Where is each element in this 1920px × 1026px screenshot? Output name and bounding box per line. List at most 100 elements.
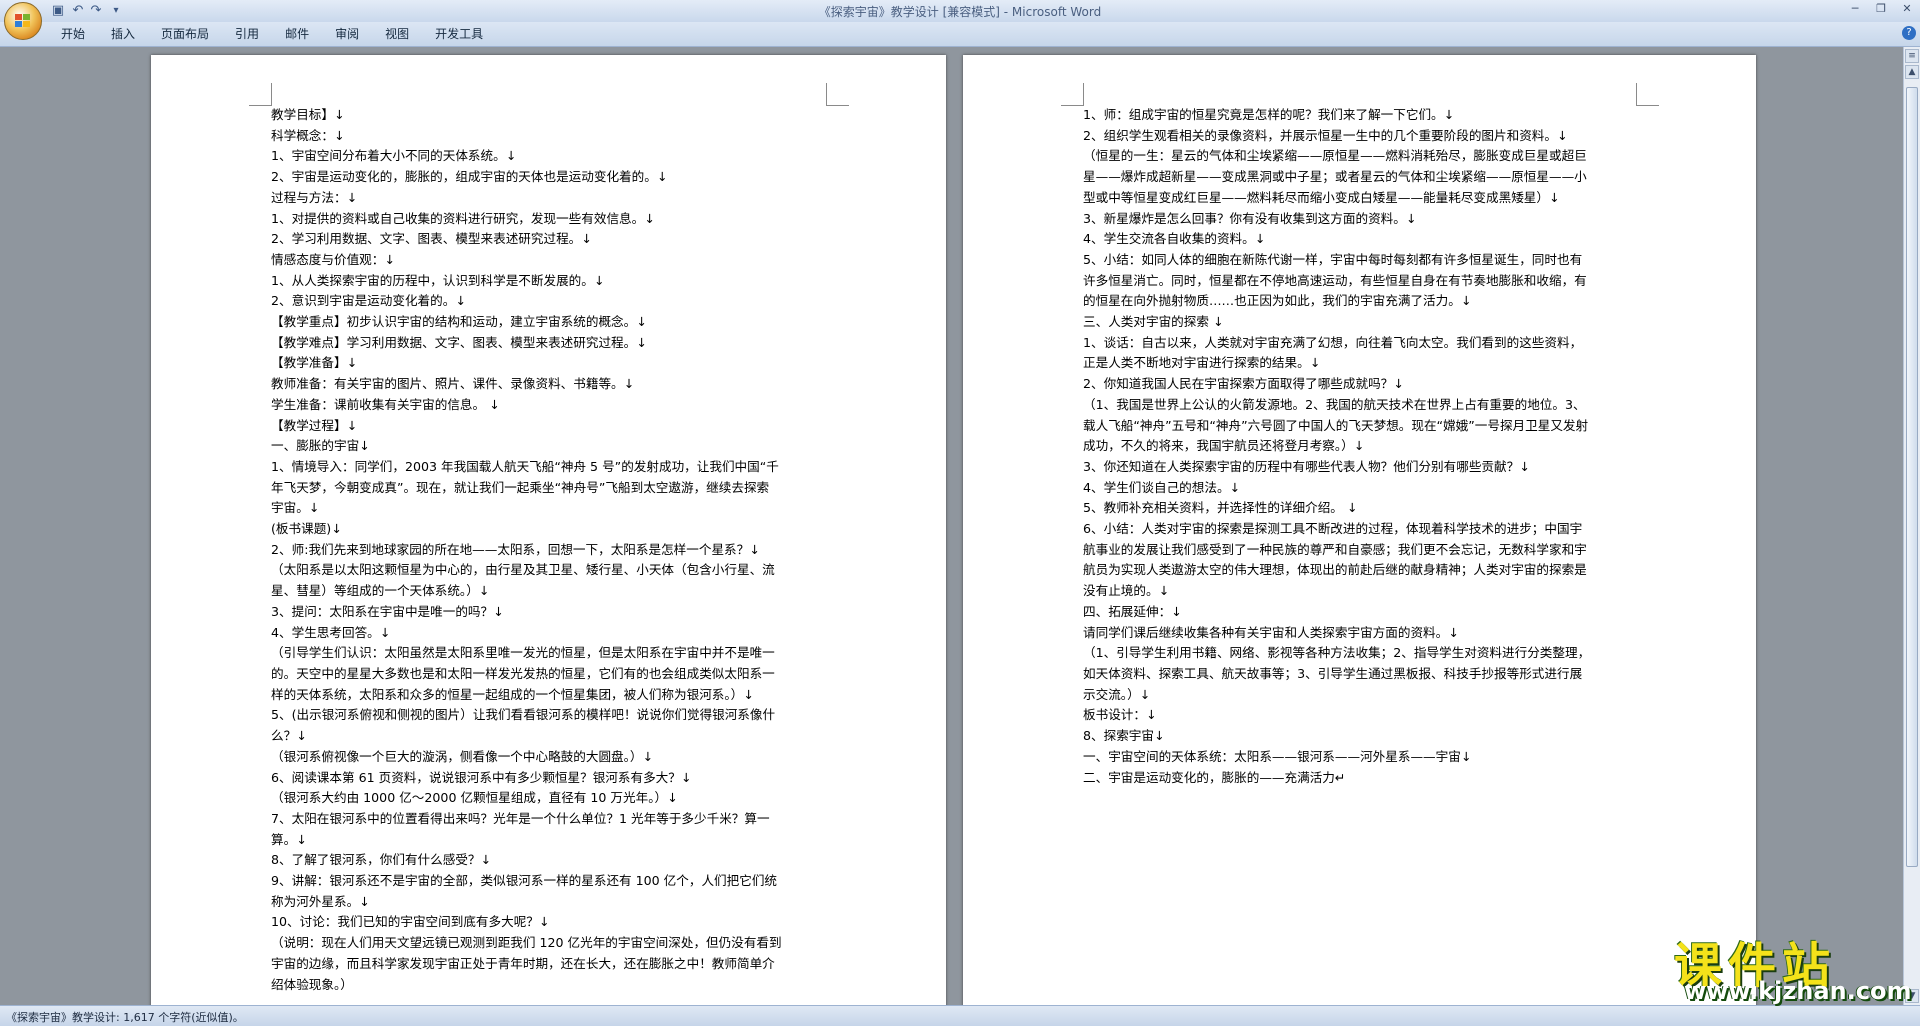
document-line: 成功，不久的将来，我国宇航员还将登月考察。）↓ — [1083, 438, 1365, 454]
ribbon-tab-bar: 开始 插入 页面布局 引用 邮件 审阅 视图 开发工具 — [0, 22, 1920, 47]
document-line: 1、情境导入：同学们，2003 年我国载人航天飞船“神舟 5 号”的发射成功，让… — [271, 458, 779, 474]
document-line: 3、你还知道在人类探索宇宙的历程中有哪些代表人物？他们分别有哪些贡献？↓ — [1083, 458, 1530, 474]
crop-mark — [1061, 83, 1084, 106]
document-line: 学生准备：课前收集有关宇宙的信息。 ↓ — [271, 396, 500, 412]
document-line: 年飞天梦，今朝变成真”。现在，就让我们一起乘坐“神舟号”飞船到太空遨游，继续去探… — [271, 479, 770, 495]
document-line: （恒星的一生：星云的气体和尘埃紧缩——原恒星——燃料消耗殆尽，膨胀变成巨星或超巨 — [1083, 148, 1587, 164]
document-line: 称为河外星系。↓ — [271, 893, 370, 909]
document-line: 星——爆炸成超新星——变成黑洞或中子星；或者星云的气体和尘埃紧缩——原恒星——小 — [1083, 169, 1587, 185]
document-line: 2、学习利用数据、文字、图表、模型来表述研究过程。↓ — [271, 231, 592, 247]
watermark-logo: 课件站 www.kjzhan.com — [1670, 926, 1912, 1006]
page-2-text[interactable]: 1、师：组成宇宙的恒星究竟是怎样的呢？我们来了解一下它们。↓ 2、组织学生观看相关… — [1083, 105, 1636, 788]
document-line: 型或中等恒星变成红巨星——燃料耗尽而缩小变成白矮星——能量耗尽变成黑矮星）↓ — [1083, 189, 1560, 205]
document-line: 宇宙。↓ — [271, 500, 320, 516]
word-count-status[interactable]: 《探索宇宙》教学设计: 1,617 个字符(近似值)。 — [6, 1009, 244, 1025]
document-line: 示交流。）↓ — [1083, 686, 1151, 702]
document-line: 1、谈话：自古以来，人类就对宇宙充满了幻想，向往着飞向太空。我们看到的这些资料， — [1083, 334, 1583, 350]
document-area[interactable]: 教学目标】↓ 科学概念：↓ 1、宇宙空间分布着大小不同的天体系统。↓ 2、宇宙是运动变… — [0, 47, 1904, 1005]
document-line: 4、学生交流各自收集的资料。↓ — [1083, 231, 1266, 247]
document-line: 科学概念：↓ — [271, 127, 345, 143]
tab-page-layout[interactable]: 页面布局 — [148, 26, 222, 42]
document-line: 的恒星在向外抛射物质……也正因为如此，我们的宇宙充满了活力。↓ — [1083, 293, 1472, 309]
document-line: 6、阅读课本第 61 页资料，说说银河系中有多少颗恒星？银河系有多大？↓ — [271, 769, 692, 785]
document-line: 2、你知道我国人民在宇宙探索方面取得了哪些成就吗？↓ — [1083, 376, 1404, 392]
watermark-url: www.kjzhan.com — [1684, 977, 1912, 1005]
document-line: 教学目标】↓ — [271, 107, 345, 122]
document-line: 一、膨胀的宇宙↓ — [271, 438, 370, 454]
page-1-text[interactable]: 教学目标】↓ 科学概念：↓ 1、宇宙空间分布着大小不同的天体系统。↓ 2、宇宙是运动变… — [271, 105, 824, 995]
crop-mark — [1636, 83, 1659, 106]
window-controls: ─ ❐ ✕ — [1842, 0, 1920, 20]
document-line: 2、师:我们先来到地球家园的所在地——太阳系，回想一下，太阳系是怎样一个星系？↓ — [271, 541, 760, 557]
tab-references[interactable]: 引用 — [222, 26, 272, 42]
document-line: 过程与方法：↓ — [271, 189, 358, 205]
document-line: 样的天体系统，太阳系和众多的恒星一起组成的一个恒星集团，被人们称为银河系。）↓ — [271, 686, 754, 702]
document-line: 6、小结：人类对宇宙的探索是探测工具不断改进的过程，体现着科学技术的进步；中国宇 — [1083, 521, 1583, 537]
help-icon[interactable]: ? — [1902, 26, 1916, 40]
document-page-1[interactable]: 教学目标】↓ 科学概念：↓ 1、宇宙空间分布着大小不同的天体系统。↓ 2、宇宙是运动变… — [151, 55, 946, 1005]
status-bar: 《探索宇宙》教学设计: 1,617 个字符(近似值)。 — [0, 1005, 1920, 1026]
document-line: 2、宇宙是运动变化的，膨胀的，组成宇宙的天体也是运动变化着的。↓ — [271, 169, 668, 185]
office-logo-icon — [15, 14, 30, 27]
office-button[interactable] — [4, 2, 42, 40]
document-line: 一、宇宙空间的天体系统：太阳系——银河系——河外星系——宇宙↓ — [1083, 748, 1472, 764]
document-line: 1、宇宙空间分布着大小不同的天体系统。↓ — [271, 148, 517, 164]
document-line: (板书课题)↓ — [271, 521, 342, 537]
document-line: 三、人类对宇宙的探索 ↓ — [1083, 314, 1224, 330]
document-line: 情感态度与价值观：↓ — [271, 251, 395, 267]
document-line: 8、探索宇宙↓ — [1083, 728, 1165, 744]
document-line: 3、新星爆炸是怎么回事？你有没有收集到这方面的资料。↓ — [1083, 210, 1417, 226]
scroll-thumb[interactable] — [1906, 87, 1918, 867]
document-line: 么？↓ — [271, 728, 307, 744]
ruler-toggle-icon[interactable]: ≡ — [1905, 49, 1919, 63]
document-line: （引导学生们认识：太阳虽然是太阳系里唯一发光的恒星，但是太阳系在宇宙中并不是唯一 — [271, 645, 775, 661]
document-line: 【教学重点】初步认识宇宙的结构和运动，建立宇宙系统的概念。↓ — [271, 314, 647, 330]
minimize-button[interactable]: ─ — [1842, 0, 1868, 18]
document-line: 5、小结：如同人体的细胞在新陈代谢一样，宇宙中每时每刻都有许多恒星诞生，同时也有 — [1083, 251, 1583, 267]
document-line: 1、师：组成宇宙的恒星究竟是怎样的呢？我们来了解一下它们。↓ — [1083, 107, 1455, 122]
tab-insert[interactable]: 插入 — [98, 26, 148, 42]
document-line: 板书设计：↓ — [1083, 707, 1157, 723]
document-line: 2、组织学生观看相关的录像资料，并展示恒星一生中的几个重要阶段的图片和资料。↓ — [1083, 127, 1568, 143]
document-line: 【教学难点】学习利用数据、文字、图表、模型来表述研究过程。↓ — [271, 334, 647, 350]
document-line: （1、引导学生利用书籍、网络、影视等各种方法收集；2、指导学生对资料进行分类整理… — [1083, 645, 1591, 661]
document-line: 10、讨论：我们已知的宇宙空间到底有多大呢？↓ — [271, 914, 550, 930]
document-line: 载人飞船“神舟”五号和“神舟”六号圆了中国人的飞天梦想。现在“嫦娥”一号探月卫星… — [1083, 417, 1589, 433]
document-line: 算。↓ — [271, 831, 307, 847]
document-line: （1、我国是世界上公认的火箭发源地。2、我国的航天技术在世界上占有重要的地位。3… — [1083, 396, 1586, 412]
document-line: 4、学生们谈自己的想法。↓ — [1083, 479, 1241, 495]
tab-view[interactable]: 视图 — [372, 26, 422, 42]
tab-home[interactable]: 开始 — [48, 26, 98, 42]
document-line: 航员为实现人类遨游太空的伟大理想，体现出的前赴后继的献身精神；人类对宇宙的探索是 — [1083, 562, 1587, 578]
close-button[interactable]: ✕ — [1894, 0, 1920, 18]
maximize-button[interactable]: ❐ — [1868, 0, 1894, 18]
document-line: 9、讲解：银河系还不是宇宙的全部，类似银河系一样的星系还有 100 亿个，人们把… — [271, 873, 778, 889]
crop-mark — [826, 83, 849, 106]
document-line: 5、(出示银河系俯视和侧视的图片）让我们看看银河系的模样吧！说说你们觉得银河系像… — [271, 707, 776, 723]
scroll-up-icon[interactable]: ▲ — [1905, 65, 1919, 79]
tab-mailings[interactable]: 邮件 — [272, 26, 322, 42]
document-line: 宇宙的边缘，而且科学家发现宇宙正处于青年时期，还在长大，还在膨胀之中！教师简单介 — [271, 955, 775, 971]
tab-developer[interactable]: 开发工具 — [422, 26, 496, 42]
document-line: 绍体验现象。） — [271, 976, 353, 992]
document-line: 4、学生思考回答。↓ — [271, 624, 391, 640]
document-line: 没有止境的。↓ — [1083, 583, 1170, 599]
document-line: （说明：现在人们用天文望远镜已观测到距我们 120 亿光年的宇宙空间深处，但仍没… — [271, 935, 782, 951]
document-line: 教师准备：有关宇宙的图片、照片、课件、录像资料、书籍等。↓ — [271, 376, 635, 392]
document-line: 8、了解了银河系，你们有什么感受？↓ — [271, 852, 492, 868]
vertical-scrollbar[interactable]: ≡ ▲ ▼ — [1903, 47, 1920, 1005]
tab-review[interactable]: 审阅 — [322, 26, 372, 42]
document-line: 如天体资料、探索工具、航天故事等；3、引导学生通过黑板报、科技手抄报等形式进行展 — [1083, 665, 1583, 681]
document-line: （银河系俯视像一个巨大的漩涡，侧看像一个中心略鼓的大圆盘。）↓ — [271, 748, 654, 764]
document-page-2[interactable]: 1、师：组成宇宙的恒星究竟是怎样的呢？我们来了解一下它们。↓ 2、组织学生观看相关… — [963, 55, 1756, 1005]
document-line: 正是人类不断地对宇宙进行探索的结果。↓ — [1083, 355, 1321, 371]
document-line: 航事业的发展让我们感受到了一种民族的尊严和自豪感；我们更不会忘记，无数科学家和宇 — [1083, 541, 1587, 557]
document-line: 二、宇宙是运动变化的，膨胀的——充满活力↵ — [1083, 769, 1346, 785]
document-line: 【教学过程】↓ — [271, 417, 358, 433]
document-line: （太阳系是以太阳这颗恒星为中心的，由行星及其卫星、矮行星、小天体（包含小行星、流 — [271, 562, 775, 578]
document-line: 7、太阳在银河系中的位置看得出来吗？光年是一个什么单位？1 光年等于多少千米？算… — [271, 810, 770, 826]
document-line: 请同学们课后继续收集各种有关宇宙和人类探索宇宙方面的资料。↓ — [1083, 624, 1459, 640]
document-line: 许多恒星消亡。同时，恒星都在不停地高速运动，有些恒星自身在有节奏地膨胀和收缩，有 — [1083, 272, 1587, 288]
title-bar: ▣ ↶ ↷ ▾ 《探索宇宙》教学设计 [兼容模式] - Microsoft Wo… — [0, 0, 1920, 40]
document-line: 3、提问：太阳系在宇宙中是唯一的吗？↓ — [271, 603, 504, 619]
